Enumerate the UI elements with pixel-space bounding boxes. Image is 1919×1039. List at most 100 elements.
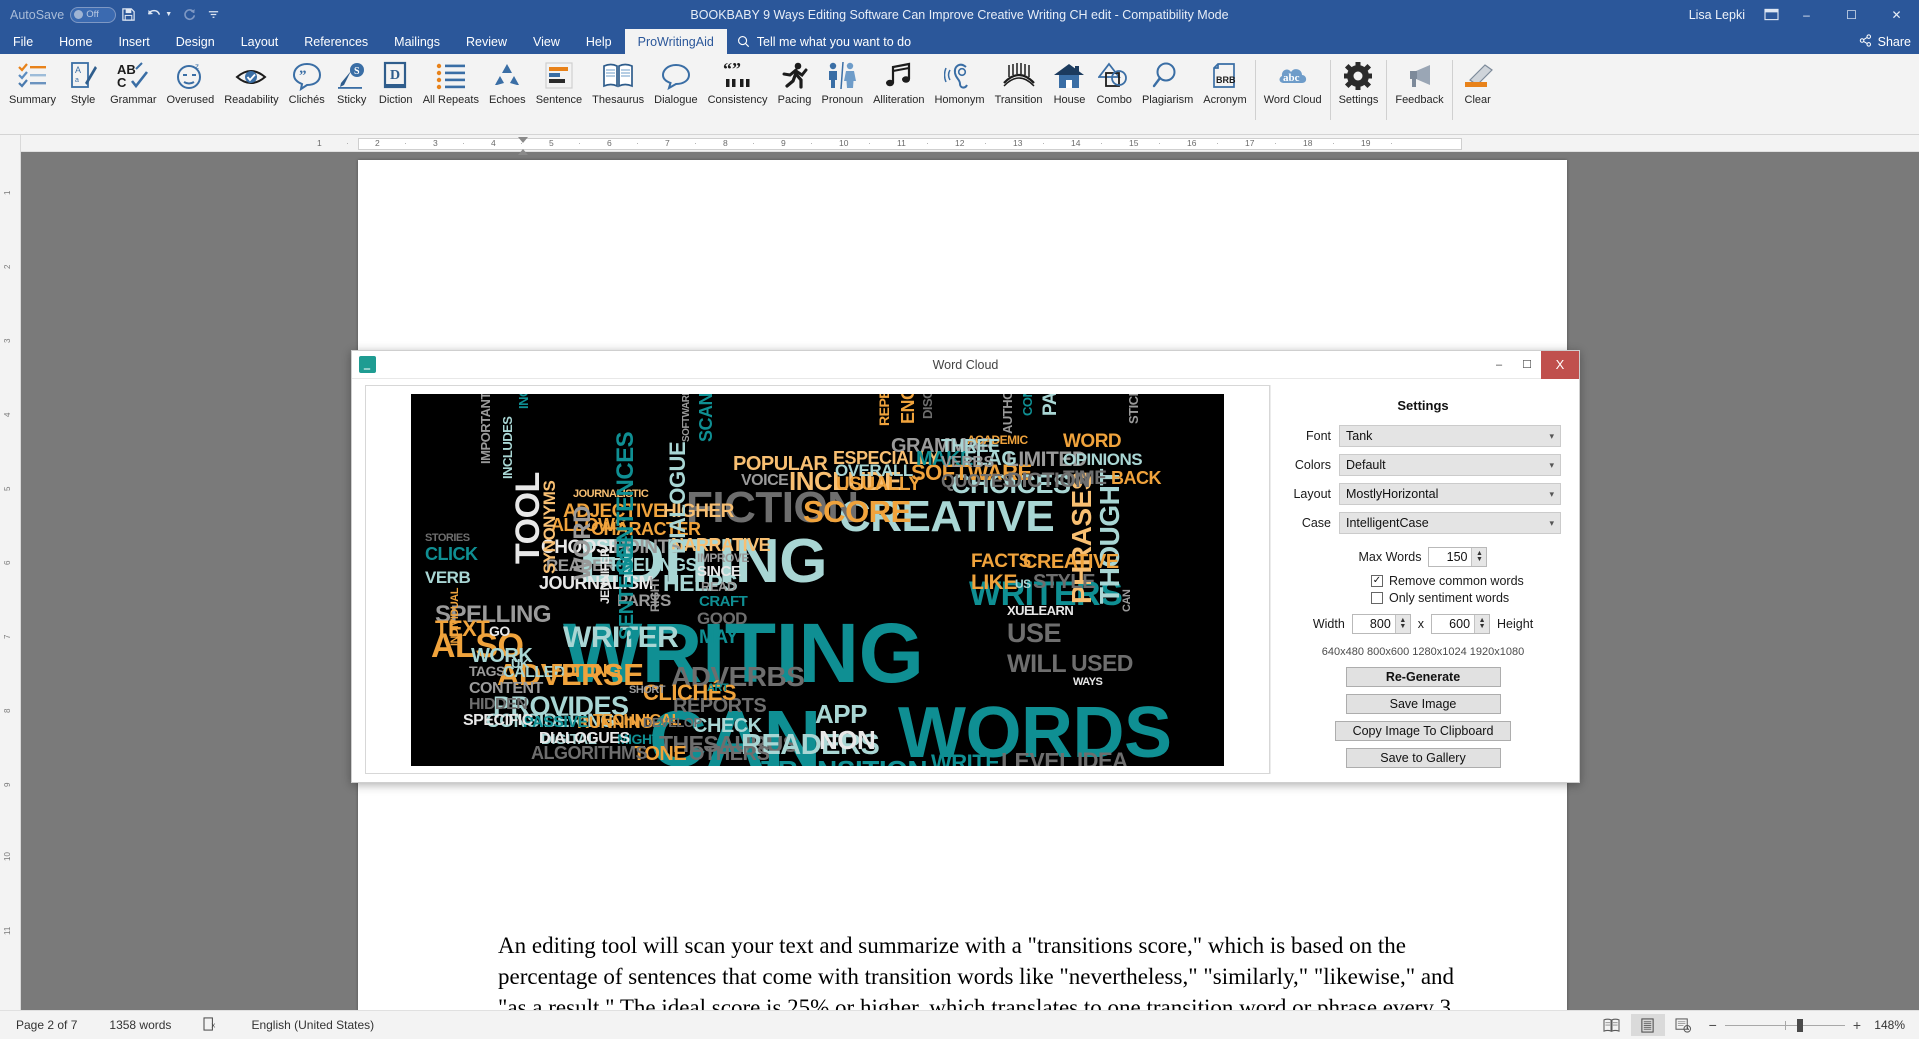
ribbon-button-overused[interactable]: z Overused: [162, 54, 220, 132]
ribbon-button-cliches[interactable]: ” Clichés: [284, 54, 330, 132]
ribbon-button-alliteration[interactable]: Alliteration: [868, 54, 929, 132]
stepper-arrows-icon[interactable]: ▲ ▼: [1394, 615, 1410, 633]
only-sentiment-words-checkbox[interactable]: [1371, 592, 1383, 604]
width-input[interactable]: [1352, 615, 1395, 633]
autosave-state: Off: [86, 9, 99, 20]
stepper-arrows-icon[interactable]: ▲ ▼: [1471, 548, 1487, 566]
minimize-button[interactable]: –: [1784, 0, 1829, 29]
tab-mailings[interactable]: Mailings: [381, 29, 453, 54]
tab-layout[interactable]: Layout: [228, 29, 292, 54]
save-image-button[interactable]: Save Image: [1345, 694, 1501, 714]
remove-common-words-checkbox[interactable]: ✓: [1371, 575, 1383, 587]
tab-help[interactable]: Help: [573, 29, 625, 54]
ribbon-button-style[interactable]: Aa Style: [61, 54, 105, 132]
word-cloud-word: XUE: [1007, 602, 1033, 618]
ribbon-button-sentence[interactable]: Sentence: [531, 54, 587, 132]
ribbon-button-sticky[interactable]: S Sticky: [330, 54, 374, 132]
ribbon-button-word-cloud[interactable]: abc Word Cloud: [1259, 54, 1327, 132]
undo-icon[interactable]: ▼: [141, 3, 177, 27]
ribbon-display-options-icon[interactable]: [1759, 3, 1784, 27]
ribbon-button-summary[interactable]: Summary: [4, 54, 61, 132]
ribbon-button-homonym[interactable]: Homonym: [929, 54, 989, 132]
tab-insert[interactable]: Insert: [106, 29, 163, 54]
share-button[interactable]: Share: [1859, 29, 1919, 54]
vertical-ruler-number: 6: [3, 560, 12, 565]
ribbon-button-pacing[interactable]: Pacing: [773, 54, 817, 132]
page-indicator[interactable]: Page 2 of 7: [0, 1018, 93, 1032]
remove-common-words-row[interactable]: ✓ Remove common words: [1285, 574, 1561, 588]
word-count[interactable]: 1358 words: [93, 1018, 187, 1032]
ribbon-button-transition[interactable]: Transition: [990, 54, 1048, 132]
read-mode-view-button[interactable]: [1595, 1014, 1629, 1036]
height-input[interactable]: [1432, 615, 1475, 633]
ribbon-button-echoes[interactable]: Echoes: [484, 54, 531, 132]
hanging-indent-marker[interactable]: [518, 149, 528, 155]
zoom-level[interactable]: 148%: [1869, 1018, 1905, 1032]
only-sentiment-words-row[interactable]: Only sentiment words: [1285, 591, 1561, 605]
zoom-out-button[interactable]: −: [1709, 1017, 1717, 1033]
abc-check-icon: AB C: [117, 57, 149, 91]
re-generate-button[interactable]: Re-Generate: [1345, 667, 1501, 687]
layout-dropdown[interactable]: MostlyHorizontal ▾: [1339, 483, 1561, 505]
tab-view[interactable]: View: [520, 29, 573, 54]
dialog-close-button[interactable]: X: [1541, 350, 1579, 379]
ribbon-button-plagiarism[interactable]: Plagiarism: [1137, 54, 1198, 132]
zoom-handle[interactable]: [1796, 1018, 1803, 1032]
zoom-track[interactable]: [1724, 1018, 1845, 1032]
autosave-toggle[interactable]: Off: [70, 6, 117, 23]
copy-image-to-clipboard-button[interactable]: Copy Image To Clipboard: [1335, 721, 1511, 741]
ribbon-button-pronoun[interactable]: Pronoun: [817, 54, 869, 132]
ribbon-button-dialogue[interactable]: Dialogue: [649, 54, 702, 132]
ribbon-button-all-repeats[interactable]: All Repeats: [418, 54, 484, 132]
tab-prowritingaid[interactable]: ProWritingAid: [624, 29, 727, 54]
dialog-minimize-button[interactable]: –: [1485, 351, 1513, 379]
max-words-stepper[interactable]: ▲▼: [1428, 547, 1488, 567]
colors-dropdown[interactable]: Default ▾: [1339, 454, 1561, 476]
web-layout-view-button[interactable]: [1667, 1014, 1701, 1036]
tab-references[interactable]: References: [291, 29, 381, 54]
save-icon[interactable]: [116, 3, 141, 27]
ribbon-button-diction[interactable]: D Diction: [374, 54, 418, 132]
ribbon-button-clear[interactable]: Clear: [1456, 54, 1500, 132]
ribbon-button-combo[interactable]: Combo: [1091, 54, 1136, 132]
word-cloud-word: HIDDEN: [469, 695, 528, 713]
language-indicator[interactable]: English (United States): [235, 1018, 390, 1032]
ribbon-button-thesaurus[interactable]: Thesaurus: [587, 54, 649, 132]
dialog-maximize-button[interactable]: ☐: [1513, 351, 1541, 379]
ribbon-button-settings[interactable]: Settings: [1334, 54, 1384, 132]
customize-quick-access-icon[interactable]: [202, 3, 225, 27]
font-dropdown[interactable]: Tank ▾: [1339, 425, 1561, 447]
vertical-ruler[interactable]: 1 2 3 4 5 6 7 8 9 10 11: [0, 135, 21, 1010]
ribbon-button-feedback[interactable]: Feedback: [1390, 54, 1448, 132]
tell-me-search[interactable]: Tell me what you want to do: [727, 29, 921, 54]
zoom-slider[interactable]: − +: [1703, 1017, 1867, 1033]
close-button[interactable]: ✕: [1874, 0, 1919, 29]
document-paragraph[interactable]: An editing tool will scan your text and …: [498, 930, 1458, 1010]
zoom-in-button[interactable]: +: [1853, 1017, 1861, 1033]
word-cloud-preview-pane[interactable]: WRITING EDITING CAN WORDS CREATIVE FICTION WRI…: [365, 385, 1270, 774]
ribbon-button-acronym[interactable]: BRB Acronym: [1198, 54, 1251, 132]
word-cloud-image[interactable]: WRITING EDITING CAN WORDS CREATIVE FICTION WRI…: [411, 393, 1224, 766]
size-presets[interactable]: 640x480 800x600 1280x1024 1920x1080: [1285, 646, 1561, 658]
tab-file[interactable]: File: [0, 29, 46, 54]
maximize-button[interactable]: ☐: [1829, 0, 1874, 29]
colors-label: Colors: [1294, 458, 1331, 472]
height-stepper[interactable]: ▲▼: [1431, 614, 1491, 634]
case-dropdown[interactable]: IntelligentCase ▾: [1339, 512, 1561, 534]
horizontal-ruler[interactable]: 1 · 2 · 3 · 4 · 5 · 6 · 7 · 8 · 9 · 10 · 11 · 12 · 13 · 14 · 15 · 16 · 1…: [21, 135, 1919, 155]
ribbon-button-grammar[interactable]: AB C Grammar: [105, 54, 161, 132]
ruler-number: 14: [1071, 138, 1081, 148]
print-layout-view-button[interactable]: [1630, 1014, 1665, 1036]
width-stepper[interactable]: ▲▼: [1351, 614, 1411, 634]
ribbon-button-consistency[interactable]: “” Consistency: [703, 54, 773, 132]
stepper-arrows-icon[interactable]: ▲ ▼: [1474, 615, 1490, 633]
ribbon-button-readability[interactable]: Readability: [219, 54, 283, 132]
tab-review[interactable]: Review: [453, 29, 520, 54]
save-to-gallery-button[interactable]: Save to Gallery: [1345, 748, 1501, 768]
proofing-errors-icon[interactable]: x: [187, 1016, 235, 1034]
tab-design[interactable]: Design: [163, 29, 228, 54]
user-account-name[interactable]: Lisa Lepki: [1675, 8, 1759, 22]
max-words-input[interactable]: [1429, 548, 1472, 566]
tab-home[interactable]: Home: [46, 29, 105, 54]
ribbon-button-house[interactable]: House: [1047, 54, 1091, 132]
